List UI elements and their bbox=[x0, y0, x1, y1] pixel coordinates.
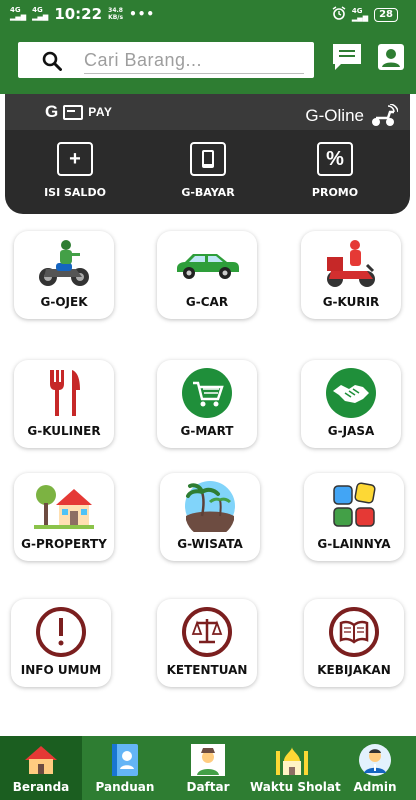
ketentuan[interactable]: KETENTUAN bbox=[157, 599, 257, 687]
scales-icon bbox=[157, 605, 257, 659]
kebijakan[interactable]: KEBIJAKAN bbox=[304, 599, 404, 687]
service-g-kuliner[interactable]: G-KULINER bbox=[14, 360, 114, 448]
search-input[interactable]: Cari Barang... bbox=[18, 42, 314, 78]
car-icon bbox=[157, 237, 257, 291]
fork-knife-icon bbox=[14, 366, 114, 420]
service-g-property[interactable]: G-PROPERTY bbox=[14, 473, 114, 561]
blocks-icon bbox=[304, 479, 404, 533]
guide-book-icon bbox=[84, 742, 166, 778]
profile-button[interactable] bbox=[376, 42, 408, 72]
admin-person-icon bbox=[334, 742, 416, 778]
nav-admin[interactable]: Admin bbox=[334, 736, 416, 800]
service-g-mart[interactable]: G-MART bbox=[157, 360, 257, 448]
house-icon bbox=[14, 479, 114, 533]
nav-panduan[interactable]: Panduan bbox=[84, 736, 166, 800]
motorbike-driver-icon bbox=[14, 237, 114, 291]
gpay-brand: G PAY bbox=[45, 102, 113, 121]
more-notifications-icon: ••• bbox=[129, 7, 156, 21]
g-bayar-button[interactable]: G-BAYAR bbox=[163, 142, 253, 199]
search-placeholder: Cari Barang... bbox=[84, 50, 203, 70]
network-indicator: 4G ▂▄▆ bbox=[351, 6, 369, 22]
chat-button[interactable] bbox=[331, 42, 363, 72]
phone-icon bbox=[190, 142, 226, 176]
shopping-cart-icon bbox=[157, 366, 257, 420]
service-g-ojek[interactable]: G-OJEK bbox=[14, 231, 114, 319]
home-icon bbox=[0, 742, 82, 778]
profile-icon bbox=[378, 44, 404, 70]
handshake-icon bbox=[301, 366, 401, 420]
network-speed: 34.8 KB/s bbox=[108, 7, 124, 21]
courier-scooter-icon bbox=[301, 237, 401, 291]
service-g-car[interactable]: G-CAR bbox=[157, 231, 257, 319]
service-g-jasa[interactable]: G-JASA bbox=[301, 360, 401, 448]
beach-icon bbox=[160, 479, 260, 533]
nav-waktu-sholat[interactable]: Waktu Sholat bbox=[250, 736, 341, 800]
service-g-lainnya[interactable]: G-LAINNYA bbox=[304, 473, 404, 561]
promo-button[interactable]: % PROMO bbox=[290, 142, 380, 199]
chat-icon bbox=[333, 44, 361, 70]
online-status[interactable]: G-Oline bbox=[305, 104, 398, 128]
search-icon bbox=[42, 51, 62, 76]
nav-daftar[interactable]: Daftar bbox=[167, 736, 249, 800]
info-umum[interactable]: INFO UMUM bbox=[11, 599, 111, 687]
scooter-icon bbox=[372, 104, 398, 126]
service-g-wisata[interactable]: G-WISATA bbox=[160, 473, 260, 561]
bottom-nav: Beranda Panduan Daftar Waktu Sholat Admi… bbox=[0, 736, 416, 800]
nav-beranda[interactable]: Beranda bbox=[0, 736, 82, 800]
exclamation-icon bbox=[11, 605, 111, 659]
isi-saldo-button[interactable]: + ISI SALDO bbox=[30, 142, 120, 199]
clock: 10:22 bbox=[54, 5, 103, 23]
gpay-card: G PAY G-Oline + ISI SALDO G-BAYAR % PROM… bbox=[5, 94, 410, 214]
wallet-icon bbox=[63, 104, 84, 120]
percent-icon: % bbox=[317, 142, 353, 176]
status-bar: 4G ▂▄▆ 4G ▂▄▆ 10:22 34.8 KB/s ••• 4G ▂▄▆ 28 bbox=[0, 0, 416, 28]
plus-icon: + bbox=[57, 142, 93, 176]
signal-indicator: 4G ▂▄▆ bbox=[10, 6, 27, 21]
alarm-icon bbox=[332, 6, 346, 23]
signal-indicator-2: 4G ▂▄▆ bbox=[32, 6, 49, 21]
top-bar: Cari Barang... bbox=[0, 28, 416, 94]
book-icon bbox=[304, 605, 404, 659]
search-underline bbox=[84, 73, 304, 74]
battery-icon: 28 bbox=[374, 7, 398, 22]
gpay-header: G PAY G-Oline bbox=[5, 94, 410, 130]
mosque-icon bbox=[250, 742, 334, 778]
register-person-icon bbox=[167, 742, 249, 778]
service-g-kurir[interactable]: G-KURIR bbox=[301, 231, 401, 319]
